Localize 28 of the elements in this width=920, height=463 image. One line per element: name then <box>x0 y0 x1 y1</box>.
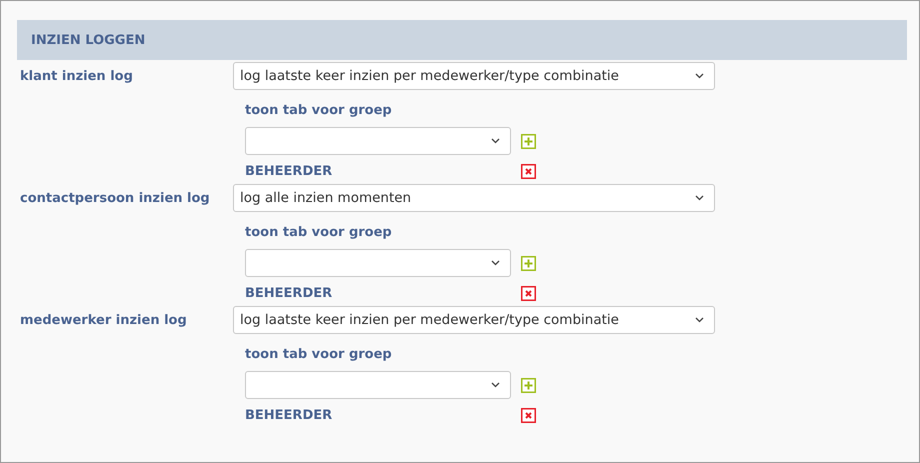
chevron-down-icon <box>491 138 500 144</box>
group-name: BEHEERDER <box>245 408 334 422</box>
group-dropdown[interactable] <box>245 371 511 399</box>
chevron-down-icon <box>695 73 704 79</box>
add-icon[interactable] <box>521 378 536 392</box>
field-label: klant inzien log <box>19 68 134 84</box>
group-label: toon tab voor groep <box>245 224 393 242</box>
add-icon[interactable] <box>521 134 536 148</box>
section-title: INZIEN LOGGEN <box>31 32 146 48</box>
group-name: BEHEERDER <box>245 164 334 178</box>
group-label: toon tab voor groep <box>245 102 393 120</box>
dropdown[interactable]: log laatste keer inzien per medewerker/type combinatie <box>233 306 715 334</box>
chevron-down-icon <box>695 195 704 201</box>
field-label: medewerker inzien log <box>19 312 188 328</box>
group-dropdown[interactable] <box>245 127 511 155</box>
dropdown[interactable]: log alle inzien momenten <box>233 184 715 212</box>
chevron-down-icon <box>491 260 500 266</box>
chevron-down-icon <box>491 382 500 388</box>
delete-icon[interactable] <box>521 408 536 422</box>
field-label: contactpersoon inzien log <box>19 190 211 206</box>
delete-icon[interactable] <box>521 164 536 178</box>
group-name: BEHEERDER <box>245 286 334 300</box>
chevron-down-icon <box>695 317 704 323</box>
group-label: toon tab voor groep <box>245 346 393 364</box>
group-dropdown[interactable] <box>245 249 511 277</box>
add-icon[interactable] <box>521 256 536 270</box>
dropdown[interactable]: log laatste keer inzien per medewerker/type combinatie <box>233 62 715 90</box>
delete-icon[interactable] <box>521 286 536 300</box>
